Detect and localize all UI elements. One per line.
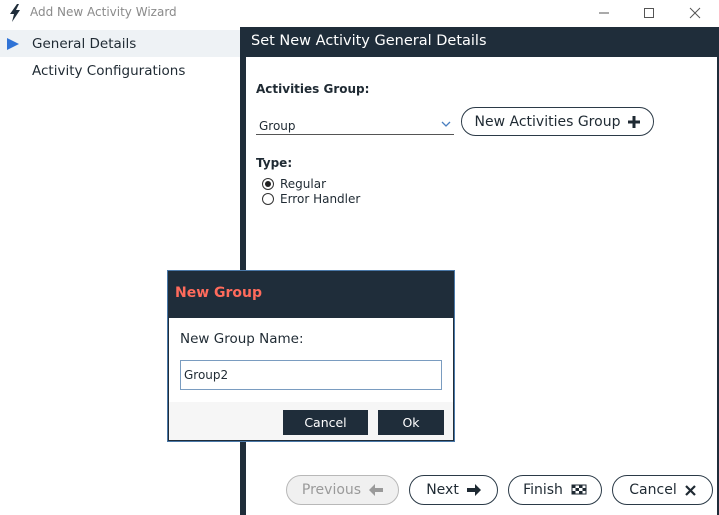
type-error-handler-radio[interactable] (262, 193, 274, 205)
type-regular-label: Regular (280, 177, 327, 191)
new-group-dialog: New Group New Group Name: Cancel Ok (167, 270, 455, 442)
new-group-name-label: New Group Name: (180, 331, 304, 347)
lightning-app-icon (10, 4, 20, 22)
checkered-flag-icon (571, 484, 587, 495)
current-step-arrow-icon (7, 38, 19, 50)
dialog-cancel-button[interactable]: Cancel (283, 410, 368, 435)
arrow-left-icon (369, 484, 384, 496)
arrow-right-icon (466, 484, 481, 496)
close-icon (684, 484, 696, 496)
type-error-handler-label: Error Handler (280, 192, 361, 206)
chevron-down-icon (441, 121, 451, 127)
close-icon (689, 7, 701, 19)
dialog-header: New Group (169, 272, 453, 318)
window-titlebar: Add New Activity Wizard (0, 0, 719, 26)
dialog-body: New Group Name: (169, 318, 453, 402)
page-header: Set New Activity General Details (246, 27, 719, 57)
dialog-ok-label: Ok (402, 415, 420, 430)
minimize-button[interactable] (581, 0, 627, 26)
new-activities-group-label: New Activities Group (474, 113, 621, 130)
next-label: Next (426, 482, 459, 498)
close-window-button[interactable] (672, 0, 718, 26)
type-regular-radio[interactable] (262, 178, 274, 190)
cancel-button[interactable]: Cancel (612, 475, 713, 505)
activities-group-label: Activities Group: (256, 82, 370, 96)
activities-group-select[interactable]: Group (256, 116, 454, 135)
plus-icon (628, 115, 641, 128)
activities-group-value: Group (259, 119, 296, 133)
previous-label: Previous (301, 482, 362, 498)
nav-item-label: Activity Configurations (32, 63, 186, 79)
next-button[interactable]: Next (409, 475, 498, 505)
window-title: Add New Activity Wizard (30, 5, 177, 19)
finish-button[interactable]: Finish (508, 475, 602, 505)
maximize-icon (644, 8, 654, 18)
nav-item-general-details[interactable]: General Details (0, 30, 240, 57)
page-title: Set New Activity General Details (251, 33, 487, 49)
type-label: Type: (256, 156, 293, 170)
new-activities-group-button[interactable]: New Activities Group (461, 107, 654, 136)
cancel-label: Cancel (629, 482, 677, 498)
minimize-icon (599, 12, 609, 14)
new-group-name-input[interactable] (180, 360, 442, 390)
dialog-cancel-label: Cancel (304, 415, 347, 430)
finish-label: Finish (523, 482, 563, 498)
previous-button[interactable]: Previous (286, 475, 399, 505)
nav-item-activity-configurations[interactable]: Activity Configurations (0, 57, 240, 84)
dialog-ok-button[interactable]: Ok (378, 410, 444, 435)
nav-item-label: General Details (32, 36, 137, 52)
dialog-title: New Group (175, 285, 263, 301)
maximize-button[interactable] (626, 0, 672, 26)
